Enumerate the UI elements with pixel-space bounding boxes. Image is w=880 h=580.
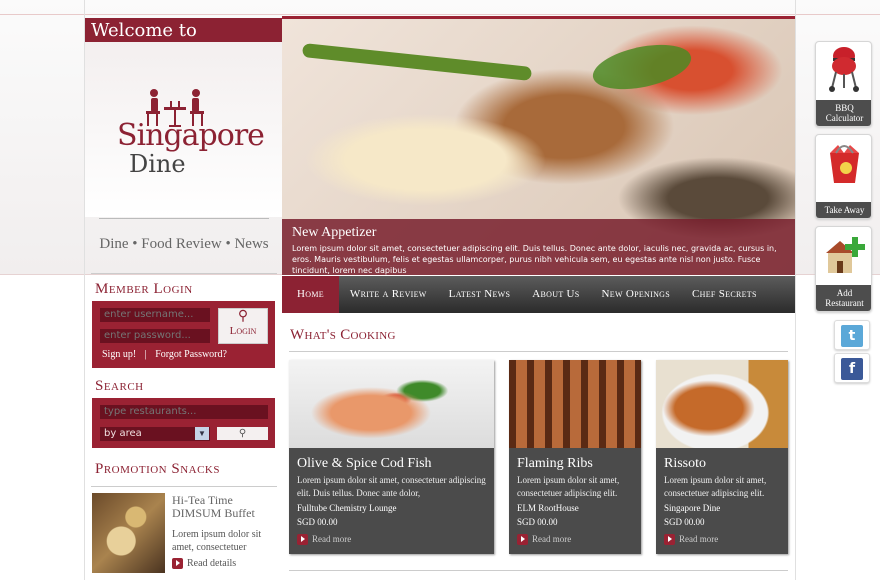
search-icon: ⚲ — [238, 428, 247, 439]
card-title[interactable]: Rissoto — [664, 456, 706, 472]
welcome-banner: Welcome to — [85, 18, 283, 42]
read-details-label: Read details — [187, 558, 237, 569]
card-price: SGD 00.00 — [664, 517, 705, 527]
read-details-link[interactable]: Read details — [172, 558, 237, 570]
widget-label: Take Away — [816, 202, 871, 218]
food-card[interactable]: Flaming Ribs Lorem ipsum dolor sit amet,… — [509, 360, 641, 554]
search-button[interactable]: ⚲ — [217, 427, 268, 440]
forgot-password-link[interactable]: Forgot Password? — [155, 349, 227, 360]
divider — [91, 273, 277, 274]
card-price: SGD 00.00 — [297, 517, 338, 527]
card-restaurant: ELM RootHouse — [517, 503, 579, 513]
play-arrow-icon — [517, 534, 528, 546]
member-login-title: Member Login — [95, 281, 193, 297]
read-more-link[interactable]: Read more — [297, 534, 352, 546]
play-arrow-icon — [664, 534, 675, 546]
read-more-link[interactable]: Read more — [517, 534, 572, 546]
area-select[interactable]: by area — [100, 427, 210, 441]
read-more-label: Read more — [532, 534, 572, 544]
card-description: Lorem ipsum dolor sit amet, consectetuer… — [517, 475, 620, 498]
content-right-border — [795, 0, 796, 580]
section-title: What's Cooking — [290, 327, 396, 343]
facebook-icon: f — [841, 358, 863, 380]
card-description: Lorem ipsum dolor sit amet, consectetuer… — [297, 475, 486, 498]
login-links: Sign up! | Forgot Password? — [102, 349, 233, 360]
nav-latest-news[interactable]: Latest News — [438, 276, 522, 313]
food-card[interactable]: Rissoto Lorem ipsum dolor sit amet, cons… — [656, 360, 788, 554]
login-panel: ⚲ Login Sign up! | Forgot Password? — [92, 301, 275, 368]
hero-title: New Appetizer — [292, 225, 377, 240]
food-card[interactable]: Olive & Spice Cod Fish Lorem ipsum dolor… — [289, 360, 494, 554]
divider — [289, 570, 788, 571]
read-more-label: Read more — [312, 534, 352, 544]
card-restaurant: Fulltube Chemistry Lounge — [297, 503, 397, 513]
username-input[interactable] — [100, 308, 210, 322]
widget-label: Add Restaurant — [816, 285, 871, 311]
take-away-widget[interactable]: Take Away — [815, 134, 872, 219]
card-price: SGD 00.00 — [517, 517, 558, 527]
card-restaurant: Singapore Dine — [664, 503, 721, 513]
play-arrow-icon — [297, 534, 308, 546]
twitter-icon: t — [841, 325, 863, 347]
logo-name-line2: Dine — [129, 150, 186, 178]
facebook-button[interactable]: f — [834, 353, 870, 383]
nav-home[interactable]: Home — [282, 276, 339, 313]
logo[interactable]: Singapore Dine — [85, 42, 283, 217]
left-column: Welcome to Singapore Dine Dine • Food Re… — [84, 0, 283, 580]
twitter-button[interactable]: t — [834, 320, 870, 350]
takeaway-box-icon — [830, 145, 859, 183]
signup-link[interactable]: Sign up! — [102, 349, 136, 360]
promo-item-title[interactable]: Hi-Tea Time DIMSUM Buffet — [172, 494, 277, 520]
password-input[interactable] — [100, 329, 210, 343]
ribs-image — [509, 360, 641, 448]
divider — [289, 351, 788, 352]
hero-caption: New Appetizer Lorem ipsum dolor sit amet… — [282, 219, 795, 275]
add-restaurant-widget[interactable]: Add Restaurant — [815, 226, 872, 312]
hero-text: Lorem ipsum dolor sit amet, consectetuer… — [292, 244, 777, 275]
link-separator: | — [144, 349, 147, 360]
cod-fish-image — [289, 360, 494, 448]
nav-chef-secrets[interactable]: Chef Secrets — [681, 276, 768, 313]
read-more-label: Read more — [679, 534, 719, 544]
logo-name-line1: Singapore — [117, 118, 265, 153]
card-title[interactable]: Olive & Spice Cod Fish — [297, 456, 432, 472]
bbq-grill-icon — [829, 47, 859, 92]
widget-label: BBQ Calculator — [816, 100, 871, 126]
promo-item-text: Lorem ipsum dolor sit amet, consectetuer — [172, 529, 262, 553]
card-title[interactable]: Flaming Ribs — [517, 456, 593, 472]
login-button-label: Login — [229, 325, 257, 337]
card-description: Lorem ipsum dolor sit amet, consectetuer… — [664, 475, 767, 498]
divider — [91, 486, 277, 487]
rissoto-image — [656, 360, 788, 448]
tagline: Dine • Food Review • News — [99, 236, 269, 252]
search-panel: by area ▼ ⚲ — [92, 398, 275, 448]
main-nav: Home Write a Review Latest News About Us… — [282, 276, 795, 313]
dimsum-image[interactable] — [92, 493, 165, 573]
search-title: Search — [95, 378, 144, 394]
divider — [99, 218, 269, 219]
nav-new-openings[interactable]: New Openings — [591, 276, 681, 313]
hero-slideshow[interactable]: New Appetizer Lorem ipsum dolor sit amet… — [282, 16, 795, 275]
chevron-down-icon[interactable]: ▼ — [195, 427, 209, 440]
add-restaurant-icon — [826, 237, 865, 273]
nav-about-us[interactable]: About Us — [521, 276, 590, 313]
play-arrow-icon — [172, 558, 183, 570]
nav-write-review[interactable]: Write a Review — [339, 276, 438, 313]
read-more-link[interactable]: Read more — [664, 534, 719, 546]
leaf-decoration — [588, 37, 696, 97]
login-button[interactable]: ⚲ Login — [218, 308, 268, 344]
green-bean-decoration — [301, 43, 533, 81]
promotion-title: Promotion Snacks — [95, 461, 220, 477]
bbq-calculator-widget[interactable]: BBQ Calculator — [815, 41, 872, 127]
key-icon: ⚲ — [237, 309, 249, 324]
search-input[interactable] — [100, 405, 268, 419]
